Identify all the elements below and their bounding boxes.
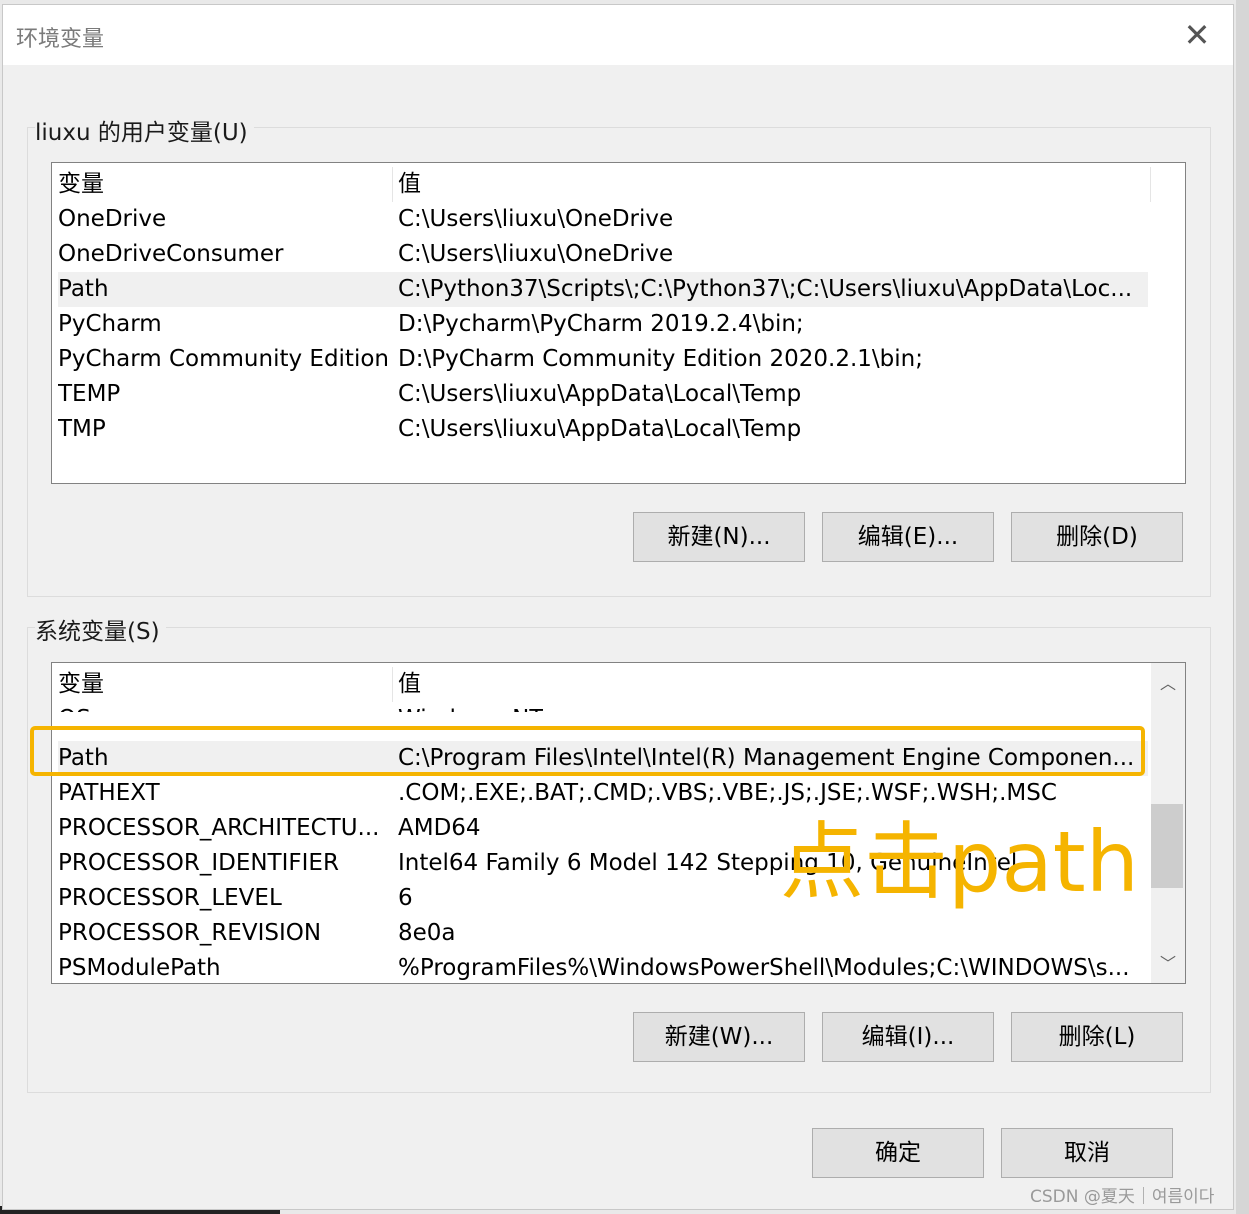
list-item-selected[interactable]: Path C:\Python37\Scripts\;C:\Python37\;C…	[58, 272, 1148, 307]
list-item[interactable]: PSModulePath %ProgramFiles%\WindowsPower…	[58, 951, 1148, 983]
title-bar: 环境变量 ✕	[3, 5, 1233, 65]
chevron-down-icon: ﹀	[1159, 954, 1176, 973]
list-item[interactable]: PROCESSOR_REVISION 8e0a	[58, 916, 1148, 951]
variable-name: OS	[58, 702, 392, 712]
variable-value: AMD64	[398, 815, 481, 841]
variable-name: TEMP	[58, 381, 121, 407]
variable-value: C:\Users\liuxu\OneDrive	[398, 241, 674, 267]
list-item[interactable]: OneDriveConsumer C:\Users\liuxu\OneDrive	[58, 237, 1148, 272]
variable-value: C:\Users\liuxu\AppData\Local\Temp	[398, 416, 802, 442]
list-item[interactable]: TEMP C:\Users\liuxu\AppData\Local\Temp	[58, 377, 1148, 412]
variable-name: PyCharm	[58, 311, 162, 337]
variable-value: D:\Pycharm\PyCharm 2019.2.4\bin;	[398, 311, 804, 337]
variable-name: PROCESSOR_REVISION	[58, 920, 322, 946]
annotation-text: 点击path	[780, 813, 1139, 911]
user-delete-button[interactable]: 删除(D)	[1011, 512, 1183, 562]
list-item[interactable]: PyCharm Community Edition D:\PyCharm Com…	[58, 342, 1148, 377]
scroll-up-button[interactable]: ︿	[1151, 667, 1185, 701]
list-item[interactable]: TMP C:\Users\liuxu\AppData\Local\Temp	[58, 412, 1148, 447]
close-icon: ✕	[1183, 16, 1211, 54]
close-button[interactable]: ✕	[1177, 15, 1217, 55]
variable-value: D:\PyCharm Community Edition 2020.2.1\bi…	[398, 346, 923, 372]
variable-name: PROCESSOR_LEVEL	[58, 885, 282, 911]
variable-name: PROCESSOR_ARCHITECTU...	[58, 815, 380, 841]
variable-name: PATHEXT	[58, 780, 160, 806]
chevron-up-icon: ︿	[1159, 674, 1176, 693]
variable-name: PROCESSOR_IDENTIFIER	[58, 850, 339, 876]
system-delete-button[interactable]: 删除(L)	[1011, 1012, 1183, 1062]
list-header: 变量 值	[58, 167, 1158, 202]
variable-name: Path	[58, 276, 109, 302]
variable-value: Windows_NT	[398, 702, 543, 712]
scroll-thumb[interactable]	[1151, 804, 1183, 888]
variable-value: 8e0a	[398, 920, 456, 946]
list-item[interactable]: OneDrive C:\Users\liuxu\OneDrive	[58, 202, 1148, 237]
list-item[interactable]: OS Windows_NT	[58, 692, 1148, 712]
user-variables-list[interactable]: 变量 值 OneDrive C:\Users\liuxu\OneDrive On…	[51, 162, 1186, 484]
cancel-button[interactable]: 取消	[1001, 1128, 1173, 1178]
window-title: 环境变量	[16, 27, 105, 52]
variable-name: PyCharm Community Edition	[58, 346, 389, 372]
vertical-scrollbar[interactable]: ︿ ﹀	[1151, 663, 1185, 983]
column-header-value[interactable]: 值	[398, 167, 421, 202]
ok-button[interactable]: 确定	[812, 1128, 984, 1178]
watermark-text: CSDN @夏天｜여름이다	[1030, 1187, 1215, 1207]
scroll-down-button[interactable]: ﹀	[1151, 947, 1185, 981]
system-variables-label: 系统变量(S)	[35, 612, 166, 646]
variable-name: OneDrive	[58, 206, 167, 232]
user-edit-button[interactable]: 编辑(E)...	[822, 512, 994, 562]
column-header-variable[interactable]: 变量	[58, 167, 392, 202]
list-item[interactable]: PyCharm D:\Pycharm\PyCharm 2019.2.4\bin;	[58, 307, 1148, 342]
variable-value: C:\Python37\Scripts\;C:\Python37\;C:\Use…	[398, 276, 1133, 302]
variable-value: %ProgramFiles%\WindowsPowerShell\Modules…	[398, 955, 1130, 981]
system-new-button[interactable]: 新建(W)...	[633, 1012, 805, 1062]
variable-value: C:\Users\liuxu\AppData\Local\Temp	[398, 381, 802, 407]
column-separator	[392, 167, 393, 202]
user-new-button[interactable]: 新建(N)...	[633, 512, 805, 562]
variable-value: C:\Users\liuxu\OneDrive	[398, 206, 674, 232]
environment-variables-dialog: 环境变量 ✕ liuxu 的用户变量(U) 变量 值 OneDrive C:\U…	[2, 4, 1234, 1210]
variable-name: PSModulePath	[58, 955, 221, 981]
variable-name: OneDriveConsumer	[58, 241, 284, 267]
variable-value: 6	[398, 885, 413, 911]
annotation-highlight-box	[30, 726, 1145, 776]
system-edit-button[interactable]: 编辑(I)...	[822, 1012, 994, 1062]
background-window-edge	[1236, 0, 1249, 1214]
column-separator	[1150, 167, 1151, 202]
variable-name: TMP	[58, 416, 106, 442]
user-variables-label: liuxu 的用户变量(U)	[35, 113, 254, 147]
